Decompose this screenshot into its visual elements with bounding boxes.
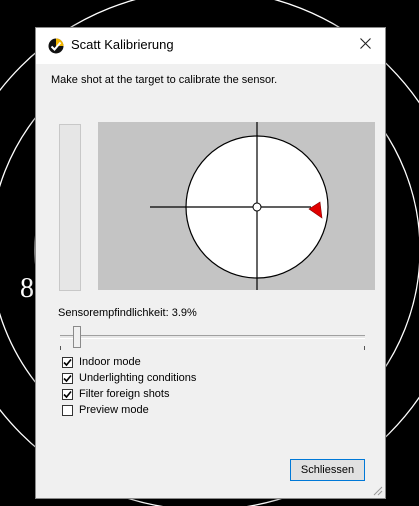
option-label: Underlighting conditions <box>79 372 197 384</box>
title-bar: Scatt Kalibrierung <box>36 28 385 64</box>
option-label: Filter foreign shots <box>79 388 170 400</box>
option-indoor-mode[interactable]: Indoor mode <box>62 354 196 370</box>
preview-mode-checkbox[interactable] <box>62 404 73 416</box>
sensitivity-label: Sensorempfindlichkeit: 3.9% <box>58 307 197 319</box>
schliessen-button[interactable]: Schliessen <box>290 459 365 481</box>
signal-level-bar <box>59 124 81 291</box>
slider-thumb[interactable] <box>73 326 81 348</box>
resize-grip-icon[interactable] <box>373 486 383 496</box>
calibration-dialog: Scatt Kalibrierung Make shot at the targ… <box>35 27 386 499</box>
window-title: Scatt Kalibrierung <box>71 37 174 52</box>
slider-tick <box>364 346 365 350</box>
option-preview-mode[interactable]: Preview mode <box>62 402 196 418</box>
scatt-app-icon <box>48 38 64 54</box>
window-close-button[interactable] <box>345 28 385 58</box>
slider-tick <box>60 346 61 350</box>
slider-track <box>60 335 365 339</box>
filter-foreign-shots-checkbox[interactable] <box>62 388 73 400</box>
center-marker <box>252 202 262 212</box>
sensitivity-slider[interactable] <box>60 326 365 350</box>
instruction-text: Make shot at the target to calibrate the… <box>51 74 278 86</box>
check-icon <box>63 374 72 382</box>
option-underlighting[interactable]: Underlighting conditions <box>62 370 196 386</box>
option-filter-foreign-shots[interactable]: Filter foreign shots <box>62 386 196 402</box>
check-icon <box>63 390 72 398</box>
options-list: Indoor mode Underlighting conditions Fil… <box>62 354 196 418</box>
option-label: Indoor mode <box>79 356 141 368</box>
target-ring-number: 8 <box>20 273 34 304</box>
calibration-target-view <box>98 122 375 290</box>
check-icon <box>63 358 72 366</box>
underlighting-checkbox[interactable] <box>62 372 73 384</box>
close-icon <box>359 37 371 49</box>
option-label: Preview mode <box>79 404 149 416</box>
indoor-mode-checkbox[interactable] <box>62 356 73 368</box>
